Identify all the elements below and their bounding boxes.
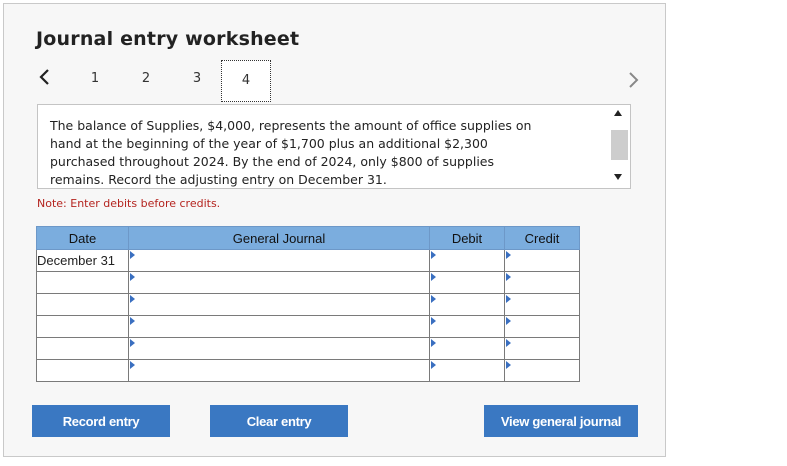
date-cell: December 31 bbox=[36, 249, 129, 272]
account-input[interactable] bbox=[128, 271, 430, 294]
dropdown-marker-icon bbox=[130, 273, 135, 281]
dropdown-marker-icon bbox=[506, 295, 511, 303]
scroll-up-icon[interactable] bbox=[614, 110, 622, 116]
date-cell bbox=[36, 337, 129, 360]
account-input[interactable] bbox=[128, 359, 430, 382]
account-input[interactable] bbox=[128, 293, 430, 316]
dropdown-marker-icon bbox=[130, 339, 135, 347]
table-row bbox=[36, 337, 580, 360]
prompt-text: The balance of Supplies, $4,000, represe… bbox=[50, 117, 590, 188]
debit-input[interactable] bbox=[429, 315, 505, 338]
debit-input[interactable] bbox=[429, 337, 505, 360]
debit-input[interactable] bbox=[429, 271, 505, 294]
header-general-journal: General Journal bbox=[128, 226, 430, 250]
worksheet-panel: Journal entry worksheet 1 2 3 4 The bala… bbox=[3, 3, 666, 457]
prompt-line: remains. Record the adjusting entry on D… bbox=[50, 172, 387, 187]
table-row bbox=[36, 359, 580, 382]
prompt-scrollbar[interactable] bbox=[608, 105, 630, 188]
dropdown-marker-icon bbox=[431, 295, 436, 303]
step-tab-2[interactable]: 2 bbox=[131, 66, 161, 92]
journal-table: Date General Journal Debit Credit Decemb… bbox=[36, 226, 580, 382]
note-text: Note: Enter debits before credits. bbox=[37, 197, 221, 210]
account-input[interactable] bbox=[128, 315, 430, 338]
header-credit: Credit bbox=[504, 226, 580, 250]
prompt-box: The balance of Supplies, $4,000, represe… bbox=[37, 104, 631, 189]
header-debit: Debit bbox=[429, 226, 505, 250]
credit-input[interactable] bbox=[504, 359, 580, 382]
debit-input[interactable] bbox=[429, 359, 505, 382]
date-cell bbox=[36, 359, 129, 382]
date-cell bbox=[36, 315, 129, 338]
clear-entry-button[interactable]: Clear entry bbox=[210, 405, 348, 437]
step-tab-3[interactable]: 3 bbox=[182, 66, 212, 92]
debit-input[interactable] bbox=[429, 293, 505, 316]
dropdown-marker-icon bbox=[130, 251, 135, 259]
chevron-left-icon[interactable] bbox=[37, 67, 51, 87]
dropdown-marker-icon bbox=[431, 339, 436, 347]
table-header-row: Date General Journal Debit Credit bbox=[36, 226, 580, 250]
credit-input[interactable] bbox=[504, 271, 580, 294]
step-tab-1[interactable]: 1 bbox=[80, 66, 110, 92]
dropdown-marker-icon bbox=[130, 317, 135, 325]
view-general-journal-button[interactable]: View general journal bbox=[484, 405, 638, 437]
step-tab-4[interactable]: 4 bbox=[221, 60, 271, 102]
prompt-line: hand at the beginning of the year of $1,… bbox=[50, 136, 488, 151]
header-date: Date bbox=[36, 226, 129, 250]
credit-input[interactable] bbox=[504, 293, 580, 316]
account-input[interactable] bbox=[128, 249, 430, 272]
dropdown-marker-icon bbox=[431, 273, 436, 281]
record-entry-button[interactable]: Record entry bbox=[32, 405, 170, 437]
dropdown-marker-icon bbox=[506, 339, 511, 347]
dropdown-marker-icon bbox=[431, 251, 436, 259]
debit-input[interactable] bbox=[429, 249, 505, 272]
table-row: December 31 bbox=[36, 249, 580, 272]
credit-input[interactable] bbox=[504, 249, 580, 272]
table-row bbox=[36, 271, 580, 294]
page-title: Journal entry worksheet bbox=[36, 28, 300, 50]
account-input[interactable] bbox=[128, 337, 430, 360]
dropdown-marker-icon bbox=[506, 251, 511, 259]
credit-input[interactable] bbox=[504, 315, 580, 338]
prompt-line: purchased throughout 2024. By the end of… bbox=[50, 154, 495, 169]
scroll-thumb[interactable] bbox=[611, 130, 628, 160]
dropdown-marker-icon bbox=[431, 361, 436, 369]
credit-input[interactable] bbox=[504, 337, 580, 360]
dropdown-marker-icon bbox=[130, 295, 135, 303]
dropdown-marker-icon bbox=[431, 317, 436, 325]
prompt-line: The balance of Supplies, $4,000, represe… bbox=[50, 118, 532, 133]
chevron-right-icon[interactable] bbox=[627, 70, 641, 90]
dropdown-marker-icon bbox=[506, 273, 511, 281]
scroll-down-icon[interactable] bbox=[614, 174, 622, 180]
table-row bbox=[36, 293, 580, 316]
dropdown-marker-icon bbox=[130, 361, 135, 369]
table-row bbox=[36, 315, 580, 338]
date-cell bbox=[36, 293, 129, 316]
dropdown-marker-icon bbox=[506, 361, 511, 369]
dropdown-marker-icon bbox=[506, 317, 511, 325]
date-cell bbox=[36, 271, 129, 294]
